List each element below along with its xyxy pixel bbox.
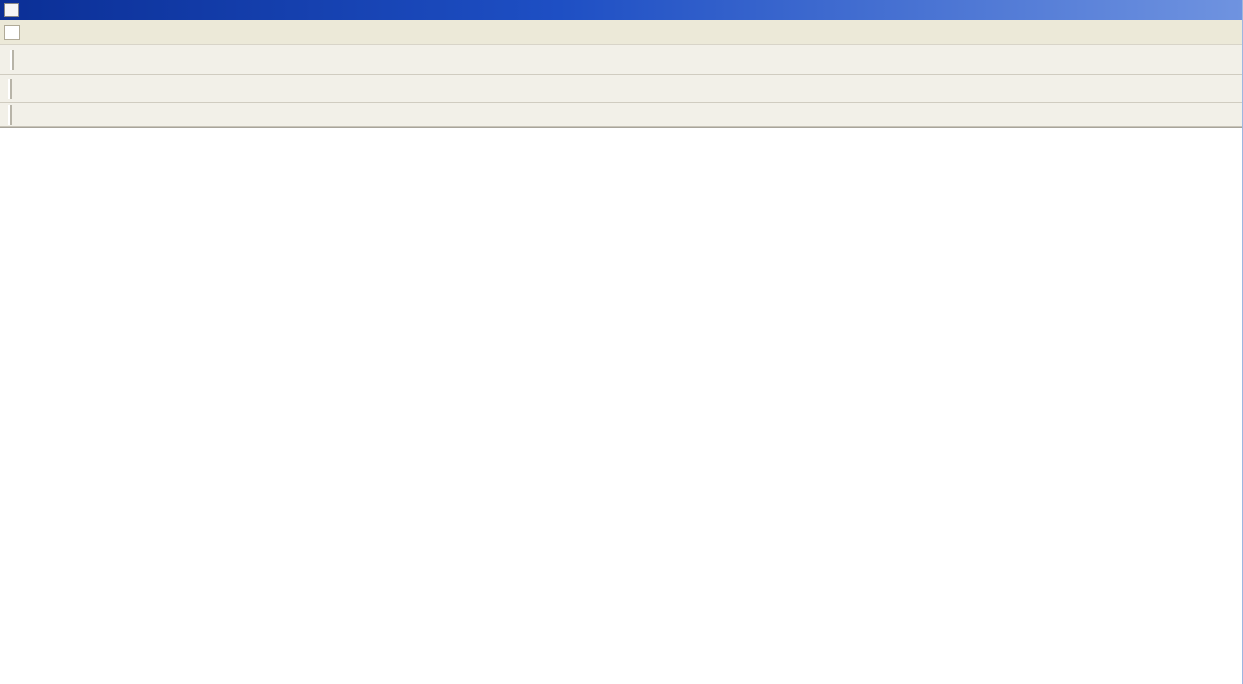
toolbar-grip [8, 105, 12, 125]
icon-toolbar-1 [0, 75, 1242, 103]
app-window [0, 0, 1243, 684]
title-bar [0, 0, 1242, 20]
toolbar-grip [10, 50, 14, 70]
chart-area[interactable] [0, 127, 1243, 684]
icon-toolbar-2 [0, 103, 1242, 127]
app-icon [4, 3, 19, 17]
document-icon [4, 25, 20, 40]
kline-chart[interactable] [0, 128, 1243, 684]
menu-bar [0, 20, 1242, 45]
toolbar-grip [8, 79, 12, 99]
main-toolbar [0, 45, 1242, 75]
